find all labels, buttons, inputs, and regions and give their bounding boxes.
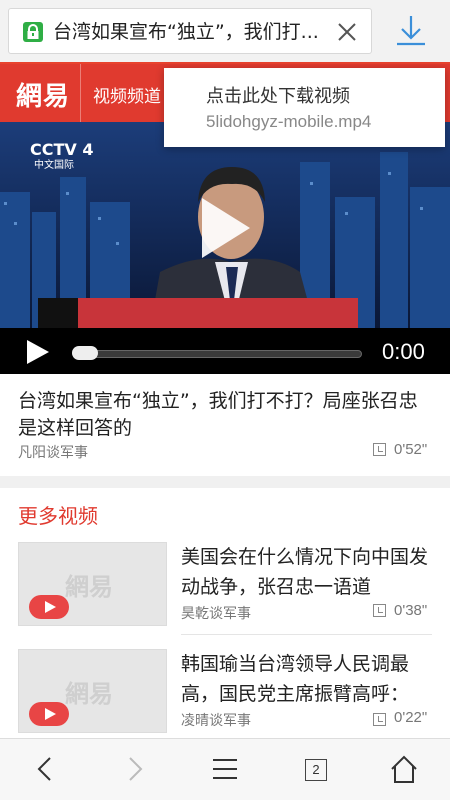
address-bar[interactable]: 台湾如果宣布“独立”，我们打... bbox=[8, 8, 372, 54]
list-item[interactable]: 網易 美国会在什么情况下向中国发动战争，张召忠一语道 昊乾谈军事 0'38" bbox=[0, 542, 450, 650]
list-item-duration: 0'22" bbox=[394, 709, 428, 726]
thumbnail-watermark: 網易 bbox=[65, 572, 113, 601]
header-divider bbox=[80, 64, 81, 122]
video-thumbnail[interactable]: 網易 bbox=[18, 542, 167, 626]
netease-logo[interactable]: 網易 bbox=[16, 76, 70, 113]
video-duration: 0'52" bbox=[394, 441, 428, 458]
lock-icon bbox=[23, 22, 43, 42]
list-item-source: 凌晴谈军事 bbox=[181, 713, 251, 729]
close-icon[interactable] bbox=[335, 20, 359, 44]
back-icon[interactable] bbox=[26, 751, 66, 787]
browser-bottom-nav: 2 bbox=[0, 738, 450, 800]
list-divider bbox=[181, 634, 432, 635]
duration-icon bbox=[373, 443, 386, 456]
tabs-icon[interactable]: 2 bbox=[305, 759, 327, 781]
home-icon[interactable] bbox=[384, 751, 424, 787]
menu-icon[interactable] bbox=[205, 751, 245, 787]
seek-bar[interactable] bbox=[74, 350, 362, 358]
thumbnail-watermark: 網易 bbox=[65, 679, 113, 708]
forward-icon[interactable] bbox=[115, 751, 155, 787]
video-player[interactable]: CCTV 4 中文国际 0:00 bbox=[0, 122, 450, 374]
channel-subtitle: 中文国际 bbox=[34, 160, 74, 171]
seek-handle[interactable] bbox=[72, 346, 98, 360]
list-item-source: 昊乾谈军事 bbox=[181, 606, 251, 622]
download-popup[interactable]: 点击此处下载视频 5lidohgyz-mobile.mp4 bbox=[164, 68, 445, 147]
video-thumbnail[interactable]: 網易 bbox=[18, 649, 167, 733]
play-icon[interactable] bbox=[29, 702, 69, 726]
video-title: 台湾如果宣布“独立”，我们打不打？局座张召忠是这样回答的 bbox=[18, 390, 418, 439]
play-pause-icon[interactable] bbox=[24, 339, 50, 365]
list-item-title[interactable]: 韩国瑜当台湾领导人民调最高，国民党主席振臂高呼： bbox=[181, 649, 433, 709]
list-item-duration: 0'38" bbox=[394, 602, 428, 619]
nav-video-channel[interactable]: 视频频道 bbox=[93, 82, 161, 107]
play-icon[interactable] bbox=[184, 190, 260, 266]
section-divider bbox=[0, 476, 450, 488]
list-item-title[interactable]: 美国会在什么情况下向中国发动战争，张召忠一语道 bbox=[181, 542, 433, 602]
address-bar-title: 台湾如果宣布“独立”，我们打... bbox=[53, 21, 319, 43]
more-videos-heading: 更多视频 bbox=[18, 504, 98, 528]
duration-icon bbox=[373, 713, 386, 726]
browser-toolbar: 台湾如果宣布“独立”，我们打... bbox=[0, 0, 450, 62]
video-source[interactable]: 凡阳谈军事 bbox=[18, 442, 88, 462]
video-controls: 0:00 bbox=[0, 328, 450, 374]
play-icon[interactable] bbox=[29, 595, 69, 619]
download-icon[interactable] bbox=[394, 14, 428, 48]
current-time: 0:00 bbox=[382, 339, 425, 364]
duration-icon bbox=[373, 604, 386, 617]
download-popup-title[interactable]: 点击此处下载视频 bbox=[206, 82, 350, 108]
download-popup-filename: 5lidohgyz-mobile.mp4 bbox=[206, 112, 372, 131]
